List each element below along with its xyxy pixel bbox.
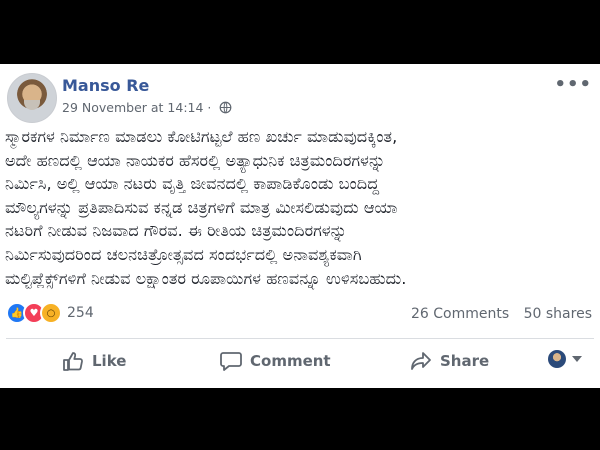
share-button[interactable]: Share [410,348,489,374]
share-label: Share [440,352,490,370]
like-button[interactable]: Like [62,348,126,374]
post-line: ಸ್ಮಾರಕಗಳ ನಿರ್ಮಾಣ ಮಾಡಲು ಕೋಟಿಗಟ್ಟಲೆ ಹಣ ಖರ್… [5,127,398,146]
post-line: ಮಲ್ಟಿಪ್ಲೆಕ್ಸ್‌ಗಳಿಗೆ ನೀಡುವ ಲಕ್ಷಾಂತರ ರೂಪಾಯ… [5,268,407,288]
author-avatar[interactable] [7,73,57,123]
reaction-as-selector[interactable] [548,350,582,368]
comment-button[interactable]: Comment [220,348,331,374]
engagement-counts: 26 Comments 50 shares [401,306,592,322]
meta-separator: · [207,100,212,115]
actions-divider [6,338,594,339]
chevron-down-icon [572,356,582,362]
post-timestamp[interactable]: 29 November at 14:14 [62,100,203,115]
avatar-beard [24,100,40,110]
bottom-black-band [0,388,600,450]
thumbs-up-icon [63,352,83,371]
post-actions: Like Comment Share [0,342,600,382]
post-line: ನಿರ್ಮಿಸುವುದರಿಂದ ಚಲನಚಿತ್ರೋತ್ಸವದ ಸಂದರ್ಭದಲ್… [5,244,362,264]
more-options-button[interactable]: ••• [554,74,592,95]
post-line: ನಟರಿಗೆ ನೀಡುವ ನಿಜವಾದ ಗೌರವ. ಈ ರೀತಿಯ ಚಿತ್ರಮ… [5,221,348,241]
facebook-post-card: Manso Re 29 November at 14:14 · ••• ಸ್ಮಾ… [0,64,600,388]
comment-label: Comment [250,352,331,370]
post-line: ಅದೇ ಹಣದಲ್ಲಿ ಆಯಾ ನಾಯಕರ ಹೆಸರಲ್ಲಿ ಅತ್ಯಾಧುನಿ… [5,150,386,170]
top-black-band [0,0,600,64]
post-line: ನಿರ್ಮಿಸಿ, ಅಲ್ಲಿ ಆಯಾ ನಟರು ವೃತ್ತಿ ಜೀವನದಲ್ಲ… [5,174,380,194]
reactions-summary[interactable]: 👍 ♥ ○ 254 [6,302,94,324]
share-arrow-icon [411,352,431,370]
reaction-count[interactable]: 254 [67,305,94,321]
viewer-avatar [548,350,566,368]
post-text: ಸ್ಮಾರಕಗಳ ನಿರ್ಮಾಣ ಮಾಡಲು ಕೋಟಿಗಟ್ಟಲೆ ಹಣ ಖರ್… [5,125,595,290]
like-label: Like [92,352,127,370]
shares-count[interactable]: 50 shares [524,306,592,322]
speech-bubble-icon [220,352,242,371]
globe-icon[interactable] [219,101,232,114]
comments-count[interactable]: 26 Comments [411,306,509,322]
post-line: ಮೌಲ್ಯಗಳನ್ನು ಪ್ರತಿಪಾದಿಸುವ ಕನ್ನಡ ಚಿತ್ರಗಳಿಗ… [5,197,398,217]
wow-reaction-icon: ○ [40,302,62,324]
author-name[interactable]: Manso Re [62,76,149,95]
post-meta: 29 November at 14:14 · [62,100,232,115]
